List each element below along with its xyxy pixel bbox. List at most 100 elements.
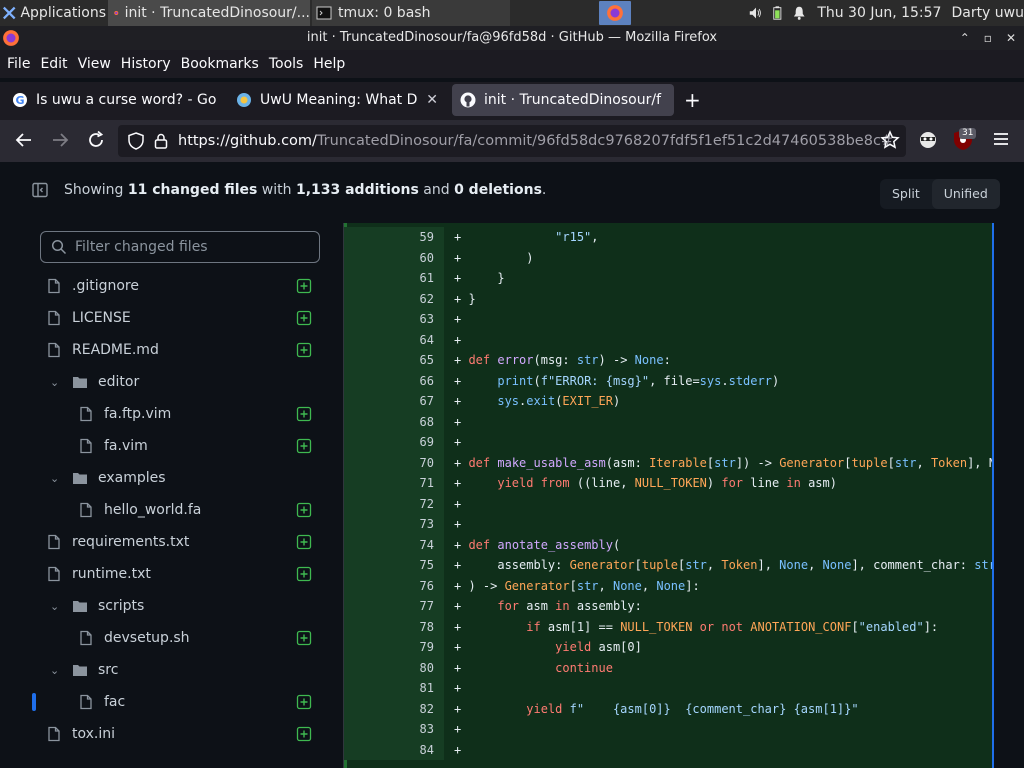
close-tab-icon[interactable]: ✕	[426, 92, 438, 108]
unified-view-button[interactable]: Unified	[931, 179, 1000, 209]
tree-file-item[interactable]: requirements.txt	[32, 526, 322, 558]
menu-help[interactable]: Help	[308, 56, 350, 72]
tree-file-item[interactable]: devsetup.sh	[32, 622, 322, 654]
line-number[interactable]: 62	[344, 288, 444, 309]
folder-icon	[73, 473, 87, 484]
code-line: +	[454, 435, 462, 449]
line-number[interactable]: 71	[344, 473, 444, 494]
line-number[interactable]: 78	[344, 616, 444, 637]
tree-file-item[interactable]: fa.vim	[32, 430, 322, 462]
notification-bell-icon[interactable]	[793, 5, 805, 21]
privacy-badger-icon[interactable]	[918, 130, 938, 150]
code-line: +	[454, 312, 462, 326]
diff-line: 66 + print(f"ERROR: {msg}", file=sys.stde…	[344, 370, 992, 391]
file-icon	[48, 342, 60, 358]
minimize-window-icon[interactable]: ⌃	[960, 26, 970, 50]
code-line: +	[454, 414, 462, 429]
line-number[interactable]: 82	[344, 698, 444, 719]
line-number[interactable]: 66	[344, 370, 444, 391]
tab-github-commit[interactable]: init · TruncatedDinosour/f	[452, 84, 674, 116]
tab-uwu-meaning[interactable]: UwU Meaning: What Doe ✕	[228, 84, 446, 116]
code-line: + def make_usable_asm(asm: Iterable[str]…	[454, 455, 994, 470]
lock-icon[interactable]	[154, 133, 168, 149]
tree-file-item[interactable]: fa.ftp.vim	[32, 398, 322, 430]
line-number[interactable]: 75	[344, 555, 444, 576]
code-line: + yield asm[0]	[454, 640, 642, 654]
back-arrow-icon[interactable]	[14, 130, 34, 150]
user-name[interactable]: Darty uwu	[951, 5, 1024, 21]
line-number[interactable]: 73	[344, 514, 444, 535]
line-number[interactable]: 61	[344, 268, 444, 289]
applications-menu[interactable]: Applications	[0, 0, 106, 26]
line-number[interactable]: 83	[344, 719, 444, 740]
line-number[interactable]: 70	[344, 452, 444, 473]
new-tab-button[interactable]: +	[684, 88, 701, 112]
tree-file-item[interactable]: hello_world.fa	[32, 494, 322, 526]
line-number[interactable]: 68	[344, 411, 444, 432]
line-number[interactable]: 79	[344, 637, 444, 658]
line-number[interactable]: 74	[344, 534, 444, 555]
tab-uwu-curse[interactable]: G Is uwu a curse word? - Go	[4, 84, 224, 116]
line-number[interactable]: 84	[344, 739, 444, 760]
menu-tools[interactable]: Tools	[264, 56, 309, 72]
tree-folder-item[interactable]: ⌄ src	[32, 654, 322, 686]
window-title: init · TruncatedDinosour/fa@96fd58d · Gi…	[306, 30, 718, 45]
line-number[interactable]: 65	[344, 350, 444, 371]
line-number[interactable]: 80	[344, 657, 444, 678]
clock[interactable]: Thu 30 Jun, 15:57	[817, 5, 941, 21]
line-number[interactable]: 59	[344, 227, 444, 248]
line-number[interactable]: 72	[344, 493, 444, 514]
tree-file-item[interactable]: README.md	[32, 334, 322, 366]
tree-folder-item[interactable]: ⌄ examples	[32, 462, 322, 494]
chevron-down-icon[interactable]: ⌄	[50, 664, 62, 677]
tree-folder-item[interactable]: ⌄ scripts	[32, 590, 322, 622]
url-bar[interactable]: https://github.com/TruncatedDinosour/fa/…	[118, 125, 906, 157]
tree-file-item[interactable]: runtime.txt	[32, 558, 322, 590]
tree-item-label: requirements.txt	[72, 534, 190, 550]
menu-history[interactable]: History	[116, 56, 176, 72]
bookmark-star-icon[interactable]	[880, 130, 900, 150]
battery-icon[interactable]	[772, 5, 783, 21]
launcher-firefox[interactable]	[599, 1, 631, 25]
reload-icon[interactable]	[86, 130, 106, 150]
line-number[interactable]: 64	[344, 329, 444, 350]
line-number[interactable]: 67	[344, 391, 444, 412]
line-number[interactable]: 81	[344, 678, 444, 699]
volume-icon[interactable]	[748, 5, 762, 21]
diff-line: 74 + def anotate_assembly(	[344, 534, 992, 555]
line-number[interactable]: 77	[344, 596, 444, 617]
tree-file-item[interactable]: LICENSE	[32, 302, 322, 334]
filter-changed-files-input[interactable]: Filter changed files	[40, 231, 320, 263]
tree-file-item[interactable]: .gitignore	[32, 270, 322, 302]
url-text[interactable]: https://github.com/TruncatedDinosour/fa/…	[178, 133, 906, 149]
code-line: + }	[454, 271, 505, 285]
menu-file[interactable]: File	[2, 56, 35, 72]
taskbar-window-label: tmux: 0 bash	[338, 5, 431, 21]
chevron-down-icon[interactable]: ⌄	[50, 376, 62, 389]
line-number[interactable]: 63	[344, 309, 444, 330]
forward-arrow-icon[interactable]	[50, 130, 70, 150]
menu-edit[interactable]: Edit	[35, 56, 72, 72]
tree-file-item[interactable]: tox.ini	[32, 718, 322, 750]
restore-window-icon[interactable]: ▫	[984, 26, 992, 50]
taskbar-window-firefox[interactable]: init · TruncatedDinosour/...	[108, 0, 310, 26]
line-number[interactable]: 76	[344, 575, 444, 596]
toggle-file-tree-icon[interactable]	[32, 182, 48, 198]
split-view-button[interactable]: Split	[880, 179, 932, 209]
tree-file-item[interactable]: fac	[32, 686, 322, 718]
chevron-down-icon[interactable]: ⌄	[50, 472, 62, 485]
folder-icon	[73, 665, 87, 676]
diff-line: 82 + yield f" {asm[0]} {comment_char} {as…	[344, 698, 992, 719]
close-window-icon[interactable]: ✕	[1006, 26, 1016, 50]
chevron-down-icon[interactable]: ⌄	[50, 600, 62, 613]
hamburger-menu-icon[interactable]	[992, 130, 1010, 148]
code-line: +	[454, 496, 462, 511]
tree-folder-item[interactable]: ⌄ editor	[32, 366, 322, 398]
line-number[interactable]: 69	[344, 432, 444, 453]
line-number[interactable]: 60	[344, 247, 444, 268]
menu-bookmarks[interactable]: Bookmarks	[176, 56, 264, 72]
menu-view[interactable]: View	[73, 56, 116, 72]
diff-line: 62 + }	[344, 288, 992, 309]
tracking-shield-icon[interactable]	[128, 132, 144, 150]
taskbar-window-terminal[interactable]: tmux: 0 bash	[312, 0, 510, 26]
